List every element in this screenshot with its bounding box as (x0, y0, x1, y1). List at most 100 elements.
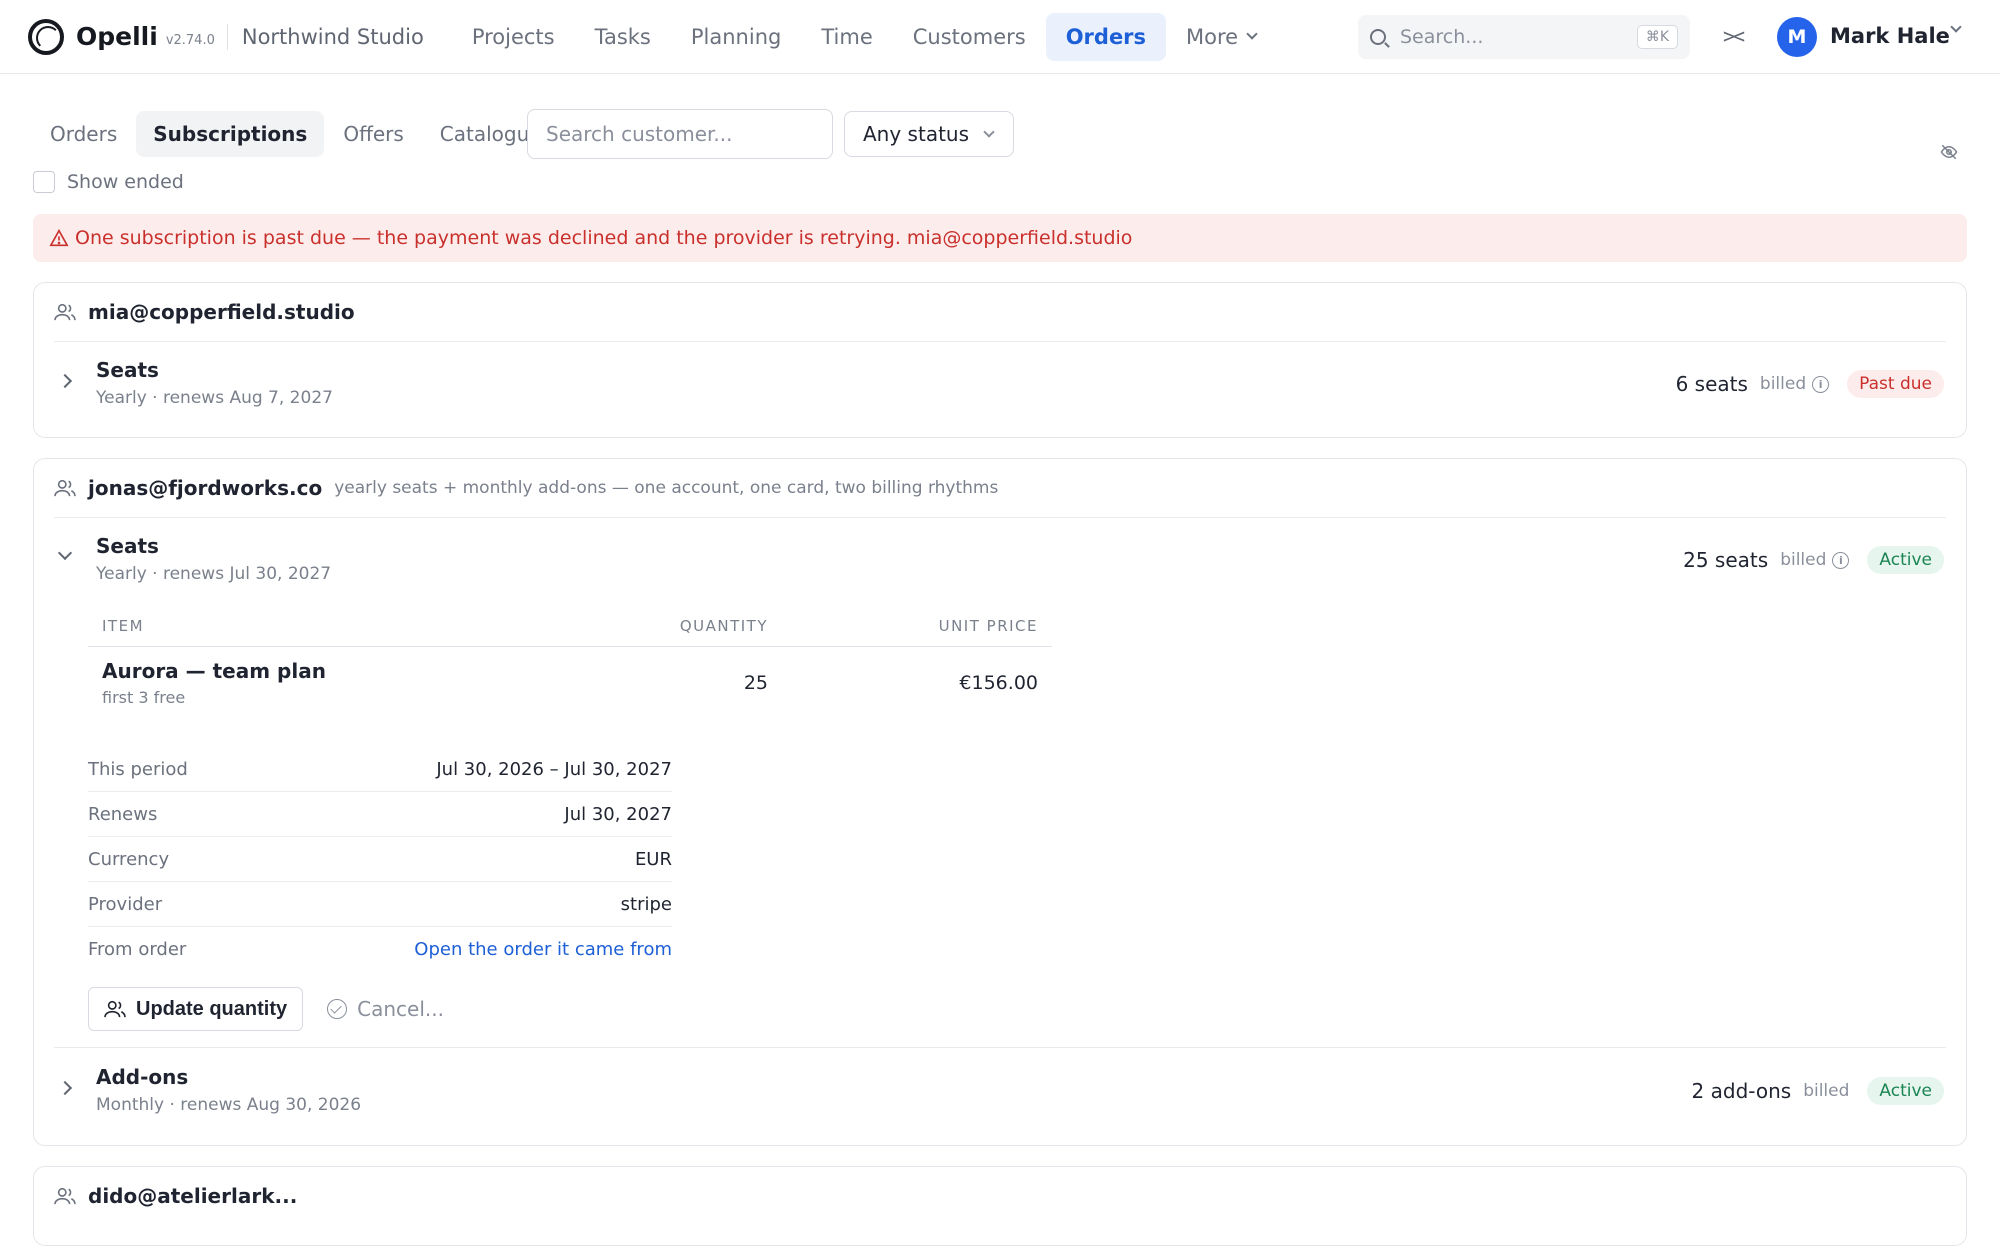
billed-label: billed (1803, 1081, 1850, 1101)
nav-customers[interactable]: Customers (893, 13, 1046, 61)
nav-more[interactable]: More (1166, 13, 1276, 61)
column-quantity: QUANTITY (679, 616, 768, 635)
tab-offers[interactable]: Offers (326, 111, 420, 157)
nav-planning[interactable]: Planning (671, 13, 801, 61)
customer-header: dido@atelierlark... (34, 1167, 1966, 1225)
billed-label: billed (1780, 550, 1827, 570)
subscription-summary: 2 add-ons billed Active (1692, 1077, 1944, 1105)
chevron-down-icon[interactable] (57, 545, 73, 561)
collapse-icon[interactable]: >< (1723, 24, 1745, 48)
customer-search-input[interactable] (527, 109, 833, 159)
detail-value: stripe (620, 893, 672, 915)
status-badge: Active (1867, 546, 1944, 574)
search-placeholder: Search... (1400, 26, 1484, 48)
subscription-quantity: 25 seats (1683, 548, 1769, 572)
tab-orders[interactable]: Orders (33, 111, 134, 157)
chevron-down-icon (983, 125, 995, 138)
status-select-value: Any status (863, 122, 970, 146)
customer-card: mia@copperfield.studio Seats Yearly · re… (33, 282, 1967, 438)
customer-email[interactable]: dido@atelierlark... (88, 1184, 297, 1208)
show-ended-checkbox[interactable] (33, 171, 55, 193)
subscription-title: Add-ons (96, 1065, 189, 1089)
status-select[interactable]: Any status (844, 111, 1014, 157)
column-unit-price: UNIT PRICE (938, 616, 1038, 635)
update-quantity-button[interactable]: Update quantity (88, 987, 304, 1031)
item-cell: Aurora — team plan first 3 free (102, 659, 568, 707)
subscription-title: Seats (96, 358, 159, 382)
nav-tasks[interactable]: Tasks (575, 13, 671, 61)
chevron-down-icon (1246, 28, 1258, 40)
billed-label: billed (1759, 374, 1807, 394)
search-shortcut: ⌘K (1636, 25, 1678, 49)
detail-row: This period Jul 30, 2026 – Jul 30, 2027 (88, 747, 672, 792)
subscription-summary: 25 seats billed i Active (1683, 546, 1944, 574)
divider (54, 1047, 1946, 1048)
detail-label: Currency (88, 848, 170, 870)
update-quantity-label: Update quantity (136, 997, 288, 1020)
subtabs: Orders Subscriptions Offers Catalogue (33, 111, 561, 157)
items-table: ITEM QUANTITY UNIT PRICE Aurora — team p… (88, 605, 1052, 719)
chevron-right-icon[interactable] (57, 373, 73, 389)
eye-off-icon[interactable] (1940, 143, 1958, 166)
open-order-link[interactable]: Open the order it came from (414, 939, 672, 960)
nav-more-label: More (1186, 24, 1239, 49)
subscription-row[interactable]: Seats Yearly · renews Jul 30, 2027 25 se… (34, 518, 1966, 602)
detail-value: EUR (634, 848, 672, 870)
detail-label: This period (88, 758, 188, 780)
item-unit-price: €156.00 (959, 672, 1038, 694)
subscription-quantity: 2 add-ons (1691, 1079, 1792, 1103)
subscription-actions: Update quantity Cancel... (88, 987, 444, 1031)
subscription-summary: 6 seats billed i Past due (1676, 370, 1944, 398)
detail-row: Renews Jul 30, 2027 (88, 792, 672, 837)
item-name: Aurora — team plan (102, 659, 326, 683)
detail-label: Renews (88, 803, 158, 825)
chevron-right-icon[interactable] (57, 1080, 73, 1096)
divider (226, 23, 228, 50)
detail-row: From order Open the order it came from (88, 927, 672, 972)
tab-subscriptions[interactable]: Subscriptions (136, 111, 325, 157)
subscription-row[interactable]: Add-ons Monthly · renews Aug 30, 2026 2 … (34, 1049, 1966, 1133)
detail-label: Provider (88, 893, 163, 915)
show-ended-toggle[interactable]: Show ended (33, 171, 184, 193)
global-search[interactable]: Search... ⌘K (1358, 15, 1690, 59)
customer-email[interactable]: jonas@fjordworks.co (88, 476, 322, 500)
info-icon[interactable]: i (1832, 551, 1850, 569)
nav-time[interactable]: Time (801, 13, 892, 61)
cancel-subscription-button[interactable]: Cancel... (327, 997, 444, 1021)
logo-icon (28, 18, 64, 55)
detail-label: From order (88, 939, 187, 960)
workspace-name[interactable]: Northwind Studio (242, 25, 424, 49)
people-icon (54, 478, 76, 498)
nav-projects[interactable]: Projects (452, 13, 575, 61)
subscription-row[interactable]: Seats Yearly · renews Aug 7, 2027 6 seat… (34, 342, 1966, 426)
avatar[interactable]: M (1777, 17, 1817, 57)
cancel-label: Cancel... (357, 997, 444, 1021)
subscription-meta: Yearly · renews Jul 30, 2027 (96, 564, 332, 584)
status-badge: Active (1867, 1077, 1944, 1105)
subscription-title: Seats (96, 534, 159, 558)
app-logo[interactable]: Opelli v2.74.0 (28, 18, 215, 55)
customer-card: dido@atelierlark... (33, 1166, 1967, 1246)
customer-note: yearly seats + monthly add-ons — one acc… (334, 478, 999, 498)
customer-header: jonas@fjordworks.co yearly seats + month… (34, 459, 1966, 517)
top-bar: Opelli v2.74.0 Northwind Studio Projects… (0, 0, 2000, 74)
column-item: ITEM (102, 616, 145, 635)
subscription-details: This period Jul 30, 2026 – Jul 30, 2027 … (88, 747, 672, 972)
alert-text: One subscription is past due — the payme… (75, 227, 1133, 249)
user-name[interactable]: Mark Hale (1830, 24, 1950, 48)
subscription-meta: Yearly · renews Aug 7, 2027 (96, 388, 333, 408)
customer-email[interactable]: mia@copperfield.studio (88, 300, 355, 324)
info-icon[interactable]: i (1812, 375, 1830, 393)
app-name: Opelli (76, 22, 158, 51)
show-ended-label: Show ended (67, 171, 184, 193)
app-version: v2.74.0 (165, 33, 215, 48)
subscription-quantity: 6 seats (1675, 372, 1748, 396)
subscription-meta: Monthly · renews Aug 30, 2026 (96, 1095, 362, 1115)
item-quantity: 25 (743, 672, 768, 694)
people-icon (54, 1186, 76, 1206)
detail-value: Jul 30, 2026 – Jul 30, 2027 (436, 758, 672, 780)
warning-icon (49, 229, 69, 247)
cancel-icon (327, 999, 348, 1019)
people-icon (54, 302, 76, 322)
nav-orders[interactable]: Orders (1045, 12, 1167, 61)
